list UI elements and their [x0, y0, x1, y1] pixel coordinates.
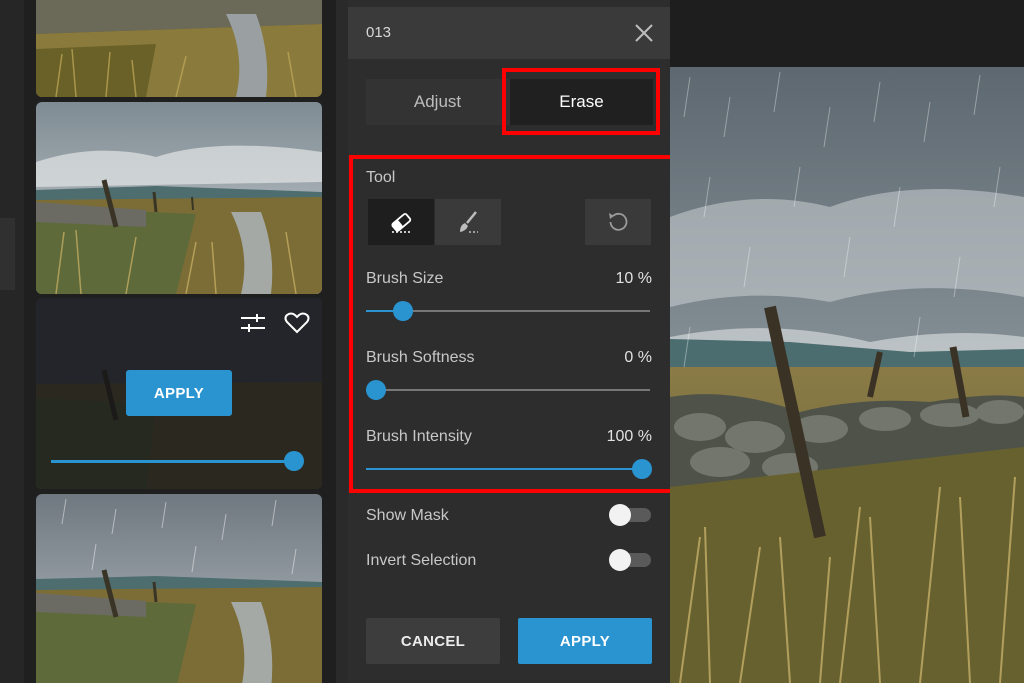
- apply-button[interactable]: APPLY: [518, 618, 652, 664]
- brush-size-value: 10 %: [615, 270, 652, 287]
- invert-selection-label: Invert Selection: [366, 552, 477, 569]
- heart-icon[interactable]: [284, 312, 310, 334]
- panel-header: 013: [348, 7, 670, 59]
- panel-title: 013: [366, 24, 392, 41]
- brush-intensity-label: Brush Intensity: [366, 428, 472, 445]
- brush-softness-knob[interactable]: [366, 380, 386, 400]
- show-mask-toggle-knob: [609, 504, 631, 526]
- thumbnail-apply-button[interactable]: APPLY: [126, 370, 232, 416]
- brush-size-rail: [374, 310, 650, 312]
- filter-strength-slider[interactable]: [51, 451, 304, 471]
- cancel-button[interactable]: CANCEL: [366, 618, 500, 664]
- brush-icon: [460, 211, 478, 233]
- show-mask-toggle[interactable]: [609, 504, 651, 526]
- toolbar-handle[interactable]: [0, 218, 15, 290]
- sliders-icon[interactable]: [240, 312, 266, 334]
- brush-softness-rail: [374, 389, 650, 391]
- brush-softness-label: Brush Softness: [366, 349, 475, 366]
- brush-intensity-knob[interactable]: [632, 459, 652, 479]
- brush-size-knob[interactable]: [392, 301, 413, 321]
- filter-thumbnail[interactable]: [36, 494, 322, 683]
- panel-divider: [336, 0, 348, 683]
- filter-strength-knob[interactable]: [284, 451, 304, 471]
- brush-intensity-fill: [366, 468, 642, 470]
- filter-thumbnail-active[interactable]: APPLY: [36, 298, 322, 489]
- preview-top-bar: [670, 0, 1024, 67]
- invert-selection-toggle[interactable]: [609, 549, 651, 571]
- tab-erase[interactable]: Erase: [510, 79, 653, 125]
- brush-intensity-slider[interactable]: [366, 457, 652, 481]
- show-mask-label: Show Mask: [366, 507, 449, 524]
- filter-strength-track: [51, 460, 294, 463]
- filter-thumbnail[interactable]: [36, 102, 322, 294]
- close-icon[interactable]: [632, 21, 656, 45]
- brush-softness-value: 0 %: [624, 349, 652, 366]
- brush-size-label: Brush Size: [366, 270, 444, 287]
- tool-section-label: Tool: [366, 169, 396, 186]
- reset-tool-button[interactable]: [585, 199, 651, 245]
- photo-preview[interactable]: [670, 67, 1024, 683]
- brush-softness-slider[interactable]: [366, 378, 652, 402]
- mode-tabs: Adjust Erase: [366, 79, 653, 125]
- brush-size-slider[interactable]: [366, 299, 652, 323]
- eraser-icon: [391, 213, 412, 233]
- left-toolbar-strip: [0, 0, 24, 683]
- filter-thumbnail[interactable]: [36, 0, 322, 97]
- invert-selection-toggle-knob: [609, 549, 631, 571]
- filter-edit-panel: 013 Adjust Erase Tool Brush Size 10 % Br…: [348, 0, 670, 683]
- eraser-tool-button[interactable]: [368, 199, 434, 245]
- brush-tool-button[interactable]: [435, 199, 501, 245]
- reset-icon: [609, 212, 628, 231]
- filter-filmstrip: APPLY: [24, 0, 336, 683]
- brush-intensity-value: 100 %: [606, 428, 652, 445]
- tab-adjust[interactable]: Adjust: [366, 79, 509, 125]
